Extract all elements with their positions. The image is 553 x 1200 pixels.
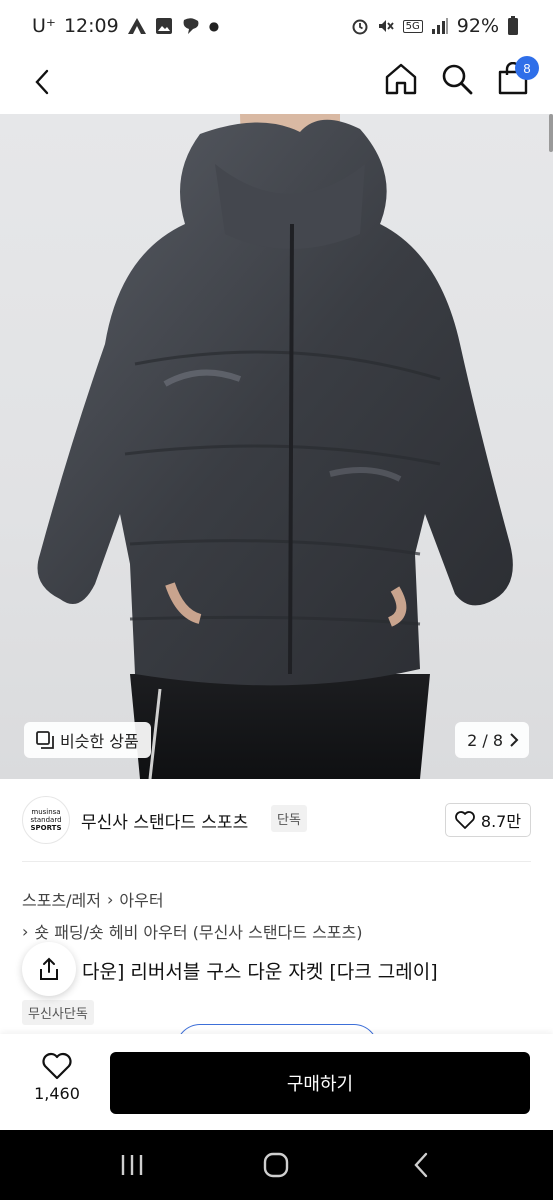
share-icon bbox=[40, 957, 58, 980]
battery-icon bbox=[507, 16, 519, 36]
chat-notification-icon bbox=[181, 17, 201, 35]
recent-apps-button[interactable] bbox=[102, 1135, 162, 1195]
clock: 12:09 bbox=[63, 15, 119, 37]
search-button[interactable] bbox=[439, 60, 475, 98]
image-counter-button[interactable]: 2 / 8 bbox=[455, 722, 529, 758]
share-button[interactable] bbox=[22, 942, 76, 996]
brand-logo[interactable]: musinsa standard SPORTS bbox=[22, 796, 70, 844]
brand-row: musinsa standard SPORTS 무신사 스탠다드 스포츠 단독 … bbox=[0, 796, 553, 846]
breadcrumb: 스포츠/레저 › 아우터 bbox=[22, 887, 164, 911]
battery-percent: 92% bbox=[456, 15, 499, 37]
alarm-icon bbox=[351, 17, 369, 35]
home-nav-button[interactable] bbox=[246, 1135, 306, 1195]
carrier-label: U⁺ bbox=[32, 15, 56, 37]
home-circle-icon bbox=[264, 1152, 289, 1178]
sub-breadcrumb: › 숏 패딩/숏 헤비 아우터 (무신사 스탠다드 스포츠) bbox=[22, 919, 362, 943]
gallery-notification-icon bbox=[155, 17, 173, 35]
product-title-text: 다운] 리버서블 구스 다운 자켓 [다크 그레이] bbox=[82, 961, 438, 983]
heart-icon bbox=[455, 811, 475, 829]
copy-icon bbox=[36, 731, 54, 749]
similar-products-button[interactable]: 비슷한 상품 bbox=[24, 722, 151, 758]
category-sub-link[interactable]: 아우터 bbox=[119, 887, 163, 911]
system-navigation-bar bbox=[0, 1130, 553, 1200]
app-notification-icon bbox=[127, 17, 147, 35]
network-type: 5G bbox=[402, 19, 423, 33]
home-icon bbox=[385, 63, 417, 95]
bottom-action-bar: 1,460 구매하기 bbox=[0, 1034, 553, 1130]
product-image[interactable] bbox=[0, 114, 553, 779]
back-button[interactable] bbox=[22, 62, 62, 102]
wishlist-button[interactable]: 1,460 bbox=[24, 1052, 90, 1103]
back-nav-button[interactable] bbox=[391, 1135, 451, 1195]
status-bar: U⁺ 12:09 ● 5G 92% bbox=[0, 0, 553, 52]
category-detail-link[interactable]: 숏 패딩/숏 헤비 아우터 (무신사 스탠다드 스포츠) bbox=[34, 919, 362, 943]
buy-button[interactable]: 구매하기 bbox=[110, 1052, 530, 1114]
brand-like-count: 8.7만 bbox=[480, 812, 522, 831]
musinsa-exclusive-tag: 무신사단독 bbox=[22, 1000, 94, 1025]
recent-apps-icon bbox=[121, 1155, 143, 1175]
wishlist-count: 1,460 bbox=[34, 1084, 80, 1103]
brand-name-link[interactable]: 무신사 스탠다드 스포츠 bbox=[81, 808, 248, 833]
cart-count-badge: 8 bbox=[515, 56, 539, 80]
brand-logo-line2: standard bbox=[30, 816, 62, 824]
category-main-link[interactable]: 스포츠/레저 bbox=[22, 887, 101, 911]
scroll-indicator[interactable] bbox=[549, 114, 553, 152]
heart-icon bbox=[42, 1052, 72, 1080]
signal-icon bbox=[431, 17, 449, 35]
chevron-right-icon: › bbox=[107, 889, 114, 909]
mute-icon bbox=[377, 17, 395, 35]
back-arrow-icon bbox=[414, 1152, 428, 1178]
search-icon bbox=[442, 64, 473, 95]
puffer-jacket-photo bbox=[37, 114, 513, 779]
brand-logo-line3: SPORTS bbox=[30, 824, 62, 832]
cart-button[interactable]: 8 bbox=[495, 56, 539, 98]
divider bbox=[22, 861, 531, 862]
brand-exclusive-tag: 단독 bbox=[271, 805, 307, 832]
chevron-right-icon: › bbox=[22, 921, 29, 941]
brand-logo-line1: musinsa bbox=[31, 808, 61, 816]
similar-products-label: 비슷한 상품 bbox=[60, 732, 139, 751]
image-counter-label: 2 / 8 bbox=[467, 730, 503, 750]
top-app-bar: 8 bbox=[0, 52, 553, 114]
brand-like-button[interactable]: 8.7만 bbox=[445, 803, 531, 837]
home-button[interactable] bbox=[383, 60, 419, 98]
chevron-right-icon bbox=[510, 733, 519, 747]
more-notifications-dot: ● bbox=[208, 19, 220, 33]
product-title: 다운] 리버서블 구스 다운 자켓 [다크 그레이] bbox=[22, 957, 438, 984]
chevron-left-icon bbox=[35, 69, 49, 95]
